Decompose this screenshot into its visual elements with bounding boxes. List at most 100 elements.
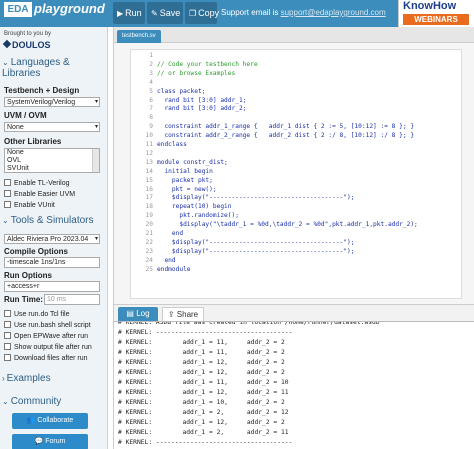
code-text: rand bit [3:0] addr_1; (157, 96, 247, 104)
code-text: pkt = new(); (157, 185, 217, 193)
code-text: packet pkt; (157, 176, 213, 184)
testbench-design-label: Testbench + Design (4, 86, 80, 95)
languages-libraries-header[interactable]: ⌄ Languages & Libraries (2, 57, 107, 79)
log-icon: ▤ (126, 309, 137, 318)
tools-simulators-header[interactable]: ⌄ Tools & Simulators (2, 215, 94, 226)
compile-options-input[interactable]: -timescale 1ns/1ns (4, 257, 100, 268)
code-line: 18 repeat(10) begin (131, 203, 232, 211)
collaborate-button[interactable]: 👥 Collaborate (12, 413, 88, 429)
log-line: # KERNEL: addr_1 = 12, addr_2 = 2 (118, 359, 285, 366)
forum-button[interactable]: 💬 Forum (12, 434, 88, 449)
tab-testbench[interactable]: testbench.sv (117, 30, 161, 43)
log-line: # KERNEL: addr_1 = 2, addr_2 = 11 (118, 429, 289, 436)
code-text: module constr_dist; (157, 158, 228, 166)
tl-verilog-checkbox[interactable]: Enable TL-Verilog (4, 179, 70, 187)
log-line: # KERNEL: addr_1 = 2, addr_2 = 12 (118, 409, 289, 416)
checkbox-box[interactable] (4, 321, 11, 328)
tab-share[interactable]: ⇪ Share (162, 307, 204, 321)
line-number: 5 (149, 87, 153, 95)
checkbox-box[interactable] (4, 343, 11, 350)
library-option[interactable]: OVL (7, 157, 99, 165)
checkbox-box[interactable] (4, 179, 11, 186)
easier-uvm-checkbox[interactable]: Enable Easier UVM (4, 190, 75, 198)
open-epwave-checkbox[interactable]: Open EPWave after run (4, 332, 88, 340)
run-options-input[interactable]: +access+r (4, 281, 100, 292)
line-number: 7 (149, 105, 153, 113)
community-header[interactable]: ⌄ Community (2, 396, 61, 407)
library-option[interactable]: None (7, 149, 99, 157)
code-text: endmodule (157, 265, 191, 273)
code-text: repeat(10) begin (157, 203, 232, 211)
log-output[interactable]: # KERNEL: ASDB file was created in locat… (114, 321, 474, 449)
other-libraries-label: Other Libraries (4, 137, 62, 146)
code-text: pkt.randomize(); (157, 212, 239, 220)
tools-simulators-title: Tools & Simulators (10, 215, 94, 226)
other-libraries-list[interactable]: None OVL SVUnit (4, 148, 100, 173)
checkbox-box[interactable] (4, 354, 11, 361)
code-line: 17 $display("---------------------------… (131, 194, 355, 202)
doulos-text: DOULOS (12, 40, 51, 50)
log-line: # KERNEL: ------------------------------… (118, 439, 293, 446)
run-button[interactable]: ▶ Run (113, 2, 145, 24)
checkbox-box[interactable] (4, 201, 11, 208)
testbench-design-select[interactable]: SystemVerilog/Verilog ▾ (4, 97, 100, 107)
examples-header[interactable]: › Examples (2, 373, 51, 384)
checkbox-box[interactable] (4, 190, 11, 197)
code-line: 16 pkt = new(); (131, 186, 217, 194)
checkbox-label: Enable TL-Verilog (14, 180, 70, 187)
checkbox-box[interactable] (4, 332, 11, 339)
line-number: 12 (145, 149, 153, 157)
code-line: 15 packet pkt; (131, 177, 213, 185)
code-text: // Code your testbench here (157, 60, 258, 68)
log-line: # KERNEL: addr_1 = 11, addr_2 = 10 (118, 379, 289, 386)
line-number: 1 (149, 52, 153, 59)
share-tab-label: Share (176, 310, 199, 319)
knowhow-webinars-ad[interactable]: KnowHow WEBINARS (398, 0, 474, 27)
copy-button[interactable]: ❐ Copy (185, 2, 220, 24)
download-files-checkbox[interactable]: Download files after run (4, 354, 88, 362)
log-tab-label: Log (136, 309, 150, 318)
run-do-checkbox[interactable]: Use run.do Tcl file (4, 310, 70, 318)
simulator-select[interactable]: Aldec Riviera Pro 2023.04 ▾ (4, 234, 100, 244)
code-editor[interactable]: 1 2 // Code your testbench here 3 // or brow… (130, 49, 462, 299)
code-line: 24 end (131, 257, 176, 265)
support-notice: Support email is support@edaplayground.c… (221, 8, 386, 17)
community-title: Community (10, 396, 62, 407)
save-label: Save (159, 8, 181, 18)
library-option[interactable]: SVUnit (7, 165, 99, 173)
uvm-ovm-select[interactable]: None ▾ (4, 122, 100, 132)
show-output-checkbox[interactable]: Show output file after run (4, 343, 92, 351)
top-toolbar: EDA playground ▶ Run ✎ Save ❐ Copy Support … (0, 0, 474, 27)
compile-options-label: Compile Options (4, 247, 68, 256)
brought-to-you-by: Brought to you by (4, 31, 52, 37)
line-number: 16 (145, 185, 153, 193)
line-number: 9 (149, 123, 153, 131)
run-time-input[interactable]: 10 ms (44, 294, 100, 305)
line-number: 25 (145, 265, 153, 273)
run-bash-checkbox[interactable]: Use run.bash shell script (4, 321, 91, 329)
sidebar: Brought to you by DOULOS ⌄ Languages & Li… (0, 27, 108, 449)
line-number: 15 (145, 176, 153, 184)
examples-title: Examples (6, 373, 51, 384)
support-email-link[interactable]: support@edaplayground.com (281, 8, 386, 17)
eda-playground-logo[interactable]: EDA playground (2, 1, 107, 26)
checkbox-box[interactable] (4, 310, 11, 317)
save-button[interactable]: ✎ Save (147, 2, 183, 24)
tab-log[interactable]: ▤ Log (118, 307, 158, 321)
logo-eda: EDA (4, 2, 32, 17)
code-line: 20 $display("\taddr_1 = %0d,\taddr_2 = %… (131, 221, 418, 229)
select-arrow-icon: ▾ (94, 99, 98, 105)
log-panel: ▤ Log ⇪ Share # KERNEL: ASDB file was cr… (113, 304, 474, 449)
line-number: 4 (149, 78, 153, 86)
checkbox-label: Enable Easier UVM (14, 191, 76, 198)
simulator-value: Aldec Riviera Pro 2023.04 (7, 236, 89, 243)
doulos-mark-icon (2, 39, 12, 49)
copy-label: Copy (198, 8, 220, 18)
code-text: $display("\taddr_1 = %0d,\taddr_2 = %0d"… (157, 221, 418, 229)
languages-libraries-title: Languages & Libraries (2, 57, 70, 79)
vunit-checkbox[interactable]: Enable VUnit (4, 201, 55, 209)
code-text: // or browse Examples (157, 69, 236, 77)
doulos-logo[interactable]: DOULOS (2, 39, 51, 50)
list-scrollbar[interactable] (92, 149, 99, 172)
code-text: rand bit [3:0] addr_2; (157, 105, 247, 113)
